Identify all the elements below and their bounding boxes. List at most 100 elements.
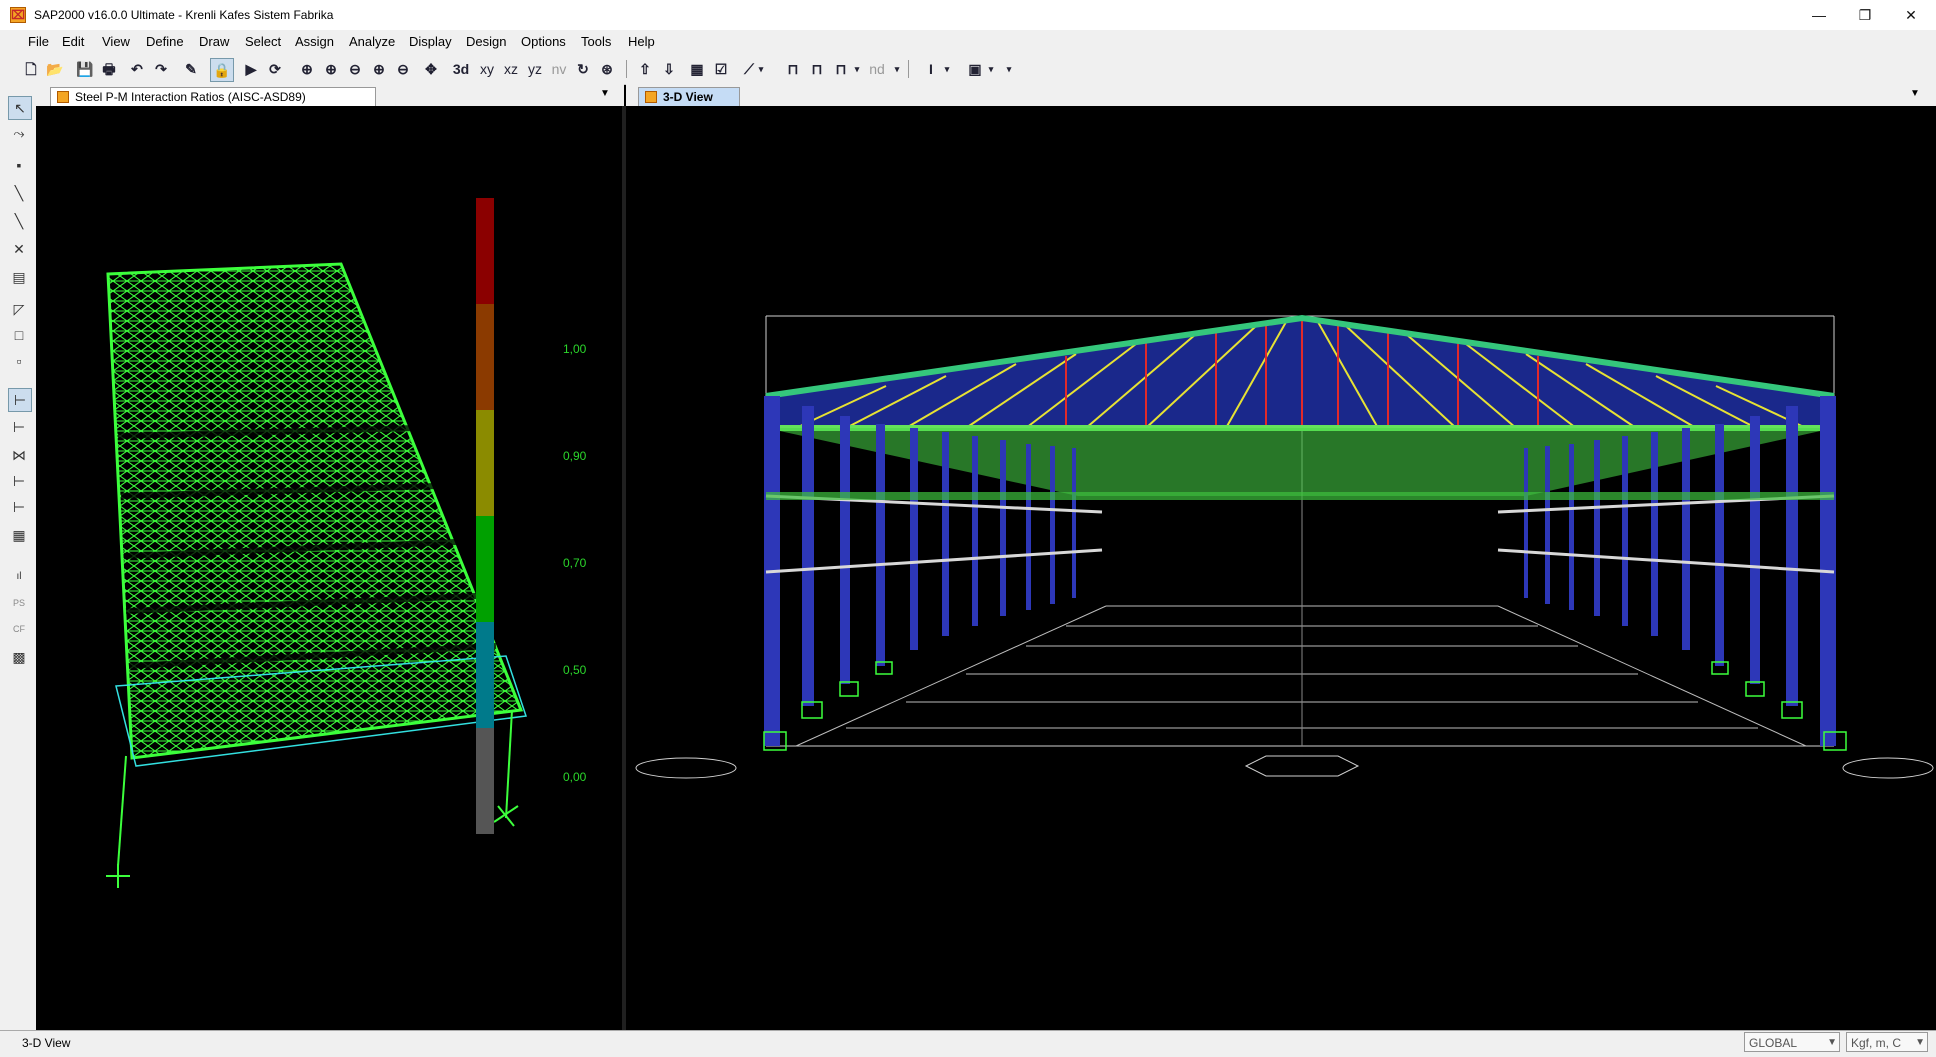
legend-color-band: [476, 516, 494, 622]
menu-draw[interactable]: Draw: [199, 34, 229, 49]
pan-icon[interactable]: ✥: [420, 58, 442, 80]
section-icon[interactable]: I: [920, 58, 942, 80]
draw-rect-area-icon[interactable]: □: [8, 324, 30, 346]
legend-color-band: [476, 410, 494, 516]
snap-grid-icon[interactable]: ▩: [8, 646, 30, 668]
menu-file[interactable]: File: [28, 34, 49, 49]
save-icon[interactable]: 💾: [74, 58, 96, 80]
rotate-3d-icon[interactable]: ↻: [572, 58, 594, 80]
menu-select[interactable]: Select: [245, 34, 281, 49]
close-button[interactable]: ✕: [1888, 0, 1934, 30]
draw-truss-icon[interactable]: ⊓: [830, 58, 852, 80]
draw-portal-icon[interactable]: ⊓: [806, 58, 828, 80]
select-intersect-icon[interactable]: ⊢: [8, 388, 32, 412]
draw-frame-icon[interactable]: ╲: [8, 182, 30, 204]
draw-poly-area-icon[interactable]: ◸: [8, 298, 30, 320]
window-title: SAP2000 v16.0.0 Ultimate - Krenli Kafes …: [34, 8, 334, 22]
tab-3d-view[interactable]: 3-D View: [638, 87, 740, 106]
support-left: [106, 864, 130, 888]
move-up-icon[interactable]: ⇧: [634, 58, 656, 80]
menu-display[interactable]: Display: [409, 34, 452, 49]
snap-ends-icon[interactable]: PS: [8, 592, 30, 614]
move-down-icon[interactable]: ⇩: [658, 58, 680, 80]
previous-selection-icon[interactable]: ⊢: [8, 496, 30, 518]
ceiling-ties: [766, 428, 1834, 496]
3d-view-viewport[interactable]: [626, 106, 1936, 1030]
new-file-icon[interactable]: 🗋: [20, 58, 42, 80]
menu-edit[interactable]: Edit: [62, 34, 84, 49]
snap-points-icon[interactable]: ıl: [8, 566, 30, 588]
draw-joint-icon[interactable]: ▪: [8, 154, 30, 176]
snap-intersect-icon[interactable]: CF: [8, 618, 30, 640]
zoom-in-icon[interactable]: ⊕: [320, 58, 342, 80]
menu-help[interactable]: Help: [628, 34, 655, 49]
side-girts: [765, 494, 1835, 574]
chevron-down-icon[interactable]: ▾: [1004, 58, 1014, 80]
zoom-restore-icon[interactable]: ⊕: [368, 58, 390, 80]
menu-define[interactable]: Define: [146, 34, 184, 49]
legend-color-band: [476, 198, 494, 304]
open-file-icon[interactable]: 📂: [44, 58, 66, 80]
chevron-down-icon[interactable]: ▾: [942, 58, 952, 80]
lock-icon[interactable]: 🔒: [210, 58, 234, 82]
chevron-down-icon[interactable]: ▾: [756, 58, 766, 80]
print-icon[interactable]: 🖶: [98, 58, 120, 80]
status-text: 3-D View: [22, 1036, 71, 1050]
3d-view-icon[interactable]: 3d: [450, 58, 472, 80]
draw-braces-icon[interactable]: ✕: [8, 238, 30, 260]
draw-frame-icon[interactable]: ⊓: [782, 58, 804, 80]
menu-options[interactable]: Options: [521, 34, 566, 49]
tab-steel-pm-ratios[interactable]: Steel P-M Interaction Ratios (AISC-ASD89…: [50, 87, 376, 106]
restore-button[interactable]: ❐: [1842, 0, 1888, 30]
show-deformed-icon[interactable]: ☑: [710, 58, 732, 80]
yz-view-button[interactable]: yz: [524, 58, 546, 80]
sap2000-app-icon[interactable]: ⌧: [10, 7, 26, 23]
clear-selection-icon[interactable]: ▦: [8, 524, 30, 546]
chevron-down-icon: ▼: [1827, 1037, 1837, 1048]
perspective-icon[interactable]: ⊛: [596, 58, 618, 80]
menu-view[interactable]: View: [102, 34, 130, 49]
menu-assign[interactable]: Assign: [295, 34, 334, 49]
nv-view-button[interactable]: nv: [548, 58, 570, 80]
xz-view-button[interactable]: xz: [500, 58, 522, 80]
legend-label: 0,50: [563, 663, 587, 677]
menu-analyze[interactable]: Analyze: [349, 34, 395, 49]
zoom-previous-icon[interactable]: ⊖: [392, 58, 414, 80]
minimize-button[interactable]: —: [1796, 0, 1842, 30]
menu-tools[interactable]: Tools: [581, 34, 611, 49]
legend-label: 1,00: [563, 342, 587, 356]
coordinate-system-select[interactable]: GLOBAL ▼: [1744, 1032, 1840, 1052]
show-undeformed-icon[interactable]: ▦: [686, 58, 708, 80]
zoom-window-icon[interactable]: ⊕: [296, 58, 318, 80]
quick-draw-frame-icon[interactable]: ╲: [8, 210, 30, 232]
undo-icon[interactable]: ↶: [126, 58, 148, 80]
side-toolbar: ↖ ⤳ ▪ ╲ ╲ ✕ ▤ ◸ □ ▫ ⊢ ⊢ ⋈ ⊢ ⊢ ▦ ıl PS CF…: [0, 84, 37, 1030]
chevron-down-icon[interactable]: ▾: [852, 58, 862, 80]
pointer-icon[interactable]: ↖: [8, 96, 32, 120]
run-analysis-icon[interactable]: ▶: [240, 58, 262, 80]
chevron-down-icon[interactable]: ▾: [892, 58, 902, 80]
chevron-down-icon[interactable]: ▼: [600, 88, 610, 99]
ratio-model-canvas[interactable]: [36, 106, 622, 1030]
steel-pm-ratio-viewport[interactable]: 1,00 0,90 0,70 0,50 0,00: [36, 106, 622, 1030]
zoom-out-icon[interactable]: ⊖: [344, 58, 366, 80]
sap2000-window-icon: [645, 91, 657, 103]
units-select[interactable]: Kgf, m, C ▼: [1846, 1032, 1928, 1052]
3d-model-canvas[interactable]: [626, 106, 1936, 1030]
reshape-icon[interactable]: ⤳: [8, 122, 30, 144]
select-line-icon[interactable]: ⊢: [8, 416, 30, 438]
nd-button[interactable]: nd: [866, 58, 888, 80]
menu-bar: File Edit View Define Draw Select Assign…: [0, 30, 1936, 54]
chevron-down-icon[interactable]: ▼: [1910, 88, 1920, 99]
select-all-icon[interactable]: ⊢: [8, 470, 30, 492]
select-cross-icon[interactable]: ⋈: [8, 444, 30, 466]
menu-design[interactable]: Design: [466, 34, 506, 49]
quick-draw-area-icon[interactable]: ▫: [8, 350, 30, 372]
refresh-icon[interactable]: ⟳: [264, 58, 286, 80]
view-display-icon[interactable]: ▣: [964, 58, 986, 80]
pencil-icon[interactable]: ✎: [180, 58, 202, 80]
chevron-down-icon[interactable]: ▾: [986, 58, 996, 80]
redo-icon[interactable]: ↷: [150, 58, 172, 80]
draw-secondary-icon[interactable]: ▤: [8, 266, 30, 288]
xy-view-button[interactable]: xy: [476, 58, 498, 80]
